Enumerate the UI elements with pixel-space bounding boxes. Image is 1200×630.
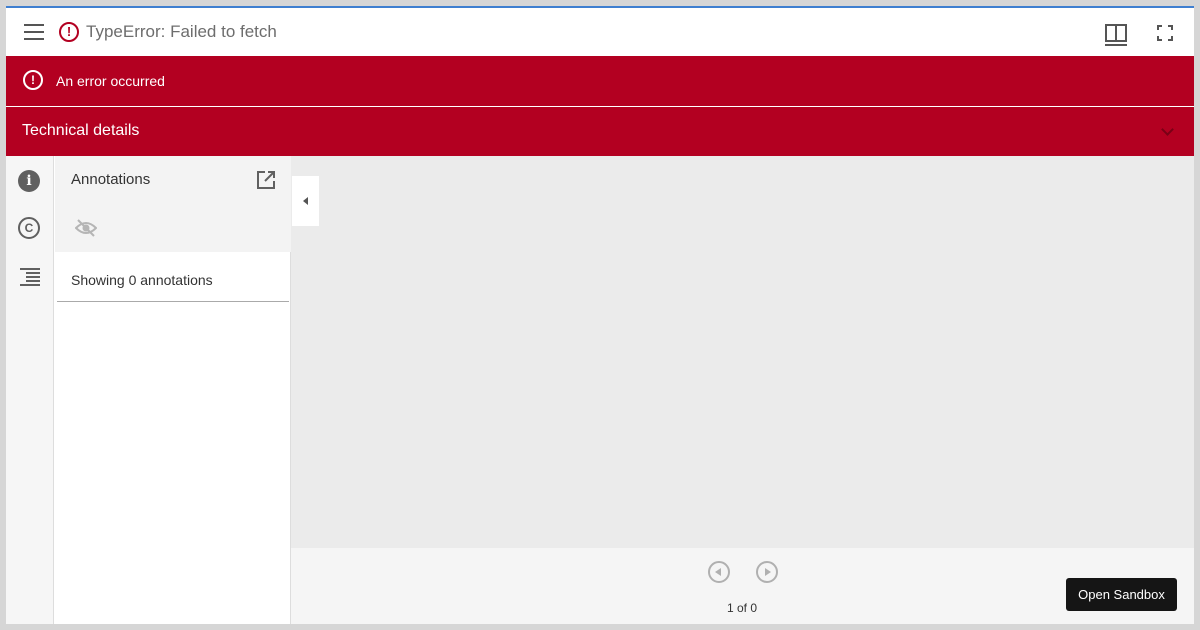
open-sandbox-button[interactable]: Open Sandbox xyxy=(1066,578,1177,611)
page-title: TypeError: Failed to fetch xyxy=(86,22,277,41)
chevron-down-icon xyxy=(1161,123,1174,136)
visibility-off-icon[interactable] xyxy=(74,218,98,238)
info-icon[interactable]: i xyxy=(18,170,40,192)
left-rail: i C xyxy=(6,156,54,624)
next-page-icon[interactable] xyxy=(756,561,778,583)
copyright-icon[interactable]: C xyxy=(18,217,40,239)
top-bar: ! TypeError: Failed to fetch xyxy=(6,8,1194,56)
annotations-panel: Annotations Showing 0 annotations xyxy=(55,156,291,624)
fullscreen-icon[interactable] xyxy=(1154,22,1176,44)
annotations-header: Annotations xyxy=(55,156,291,252)
two-column-layout-icon[interactable] xyxy=(1102,20,1130,46)
error-alert-icon: ! xyxy=(23,70,43,90)
annotations-title: Annotations xyxy=(71,171,151,188)
hamburger-menu-icon[interactable] xyxy=(20,20,48,44)
error-message: An error occurred xyxy=(56,73,165,89)
technical-details-toggle[interactable]: Technical details xyxy=(6,107,1194,156)
error-circle-icon: ! xyxy=(59,22,79,42)
divider xyxy=(57,301,289,302)
app-window: ! TypeError: Failed to fetch ! An error … xyxy=(6,6,1194,624)
collapse-panel-button[interactable] xyxy=(292,176,319,226)
viewer-footer: 1 of 0 Open Sandbox xyxy=(291,548,1194,624)
chevron-left-icon xyxy=(303,197,308,205)
annotation-count: Showing 0 annotations xyxy=(71,272,213,288)
error-banner: ! An error occurred xyxy=(6,56,1194,106)
technical-details-label: Technical details xyxy=(22,122,140,139)
open-in-new-icon[interactable] xyxy=(256,170,276,190)
image-viewer[interactable] xyxy=(291,156,1194,548)
page-indicator: 1 of 0 xyxy=(727,601,758,615)
table-of-contents-icon[interactable] xyxy=(18,266,40,288)
previous-page-icon[interactable] xyxy=(708,561,730,583)
